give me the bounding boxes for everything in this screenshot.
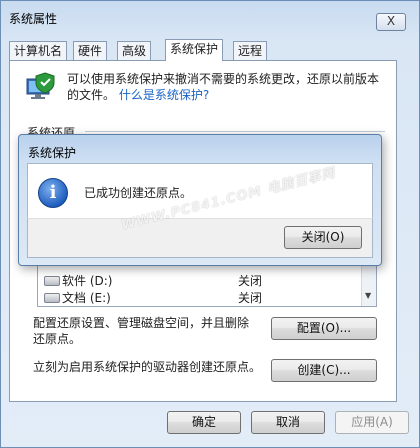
- drive-name: 软件 (D:): [62, 274, 113, 288]
- tab-hardware[interactable]: 硬件: [73, 41, 108, 60]
- tab-advanced[interactable]: 高级: [117, 41, 152, 60]
- dialog-close-button[interactable]: 关闭(O): [284, 226, 362, 249]
- scroll-down-arrow-icon[interactable]: ▼: [365, 291, 371, 300]
- create-description: 立刻为启用系统保护的驱动器创建还原点。: [33, 360, 262, 374]
- what-is-system-protection-link[interactable]: 什么是系统保护?: [119, 88, 209, 102]
- list-item[interactable]: 软件 (D:) 关闭: [42, 272, 342, 288]
- tab-system-protection[interactable]: 系统保护: [165, 39, 224, 61]
- info-icon: i: [38, 178, 68, 208]
- apply-button[interactable]: 应用(A): [335, 411, 409, 434]
- configure-button[interactable]: 配置(O)...: [271, 317, 377, 340]
- dialog-footer: 关闭(O): [27, 218, 373, 258]
- list-scrollbar[interactable]: ▼: [361, 260, 376, 306]
- list-item[interactable]: 文档 (E:) 关闭: [42, 289, 342, 305]
- dialog-title: 系统保护: [28, 146, 77, 160]
- tab-remote[interactable]: 远程: [233, 41, 268, 60]
- drive-icon: [44, 276, 60, 286]
- window-title: 系统属性: [9, 12, 58, 26]
- dialog-message: 已成功创建还原点。: [84, 186, 193, 200]
- system-protection-shield-icon: [25, 71, 57, 101]
- window-close-button[interactable]: X: [376, 13, 406, 31]
- cancel-button[interactable]: 取消: [251, 411, 325, 434]
- intro-description: 可以使用系统保护来撤消不需要的系统更改，还原以前版本的文件。: [67, 72, 380, 102]
- configure-description: 配置还原设置、管理磁盘空间，并且删除还原点。: [33, 316, 250, 346]
- create-button[interactable]: 创建(C)...: [271, 359, 377, 382]
- intro-text: 可以使用系统保护来撤消不需要的系统更改，还原以前版本的文件。 什么是系统保护?: [67, 71, 387, 103]
- tab-computer-name[interactable]: 计算机名: [9, 41, 68, 60]
- drive-name: 文档 (E:): [62, 291, 111, 305]
- drive-status: 关闭: [238, 274, 263, 288]
- title-bar: 系统属性 X: [1, 1, 419, 31]
- drive-icon: [44, 293, 60, 303]
- drive-status: 关闭: [238, 291, 263, 305]
- ok-button[interactable]: 确定: [167, 411, 241, 434]
- protection-settings-list[interactable]: 软件 (D:) 关闭 文档 (E:) 关闭 ▼: [37, 259, 377, 307]
- section-divider: [85, 131, 385, 132]
